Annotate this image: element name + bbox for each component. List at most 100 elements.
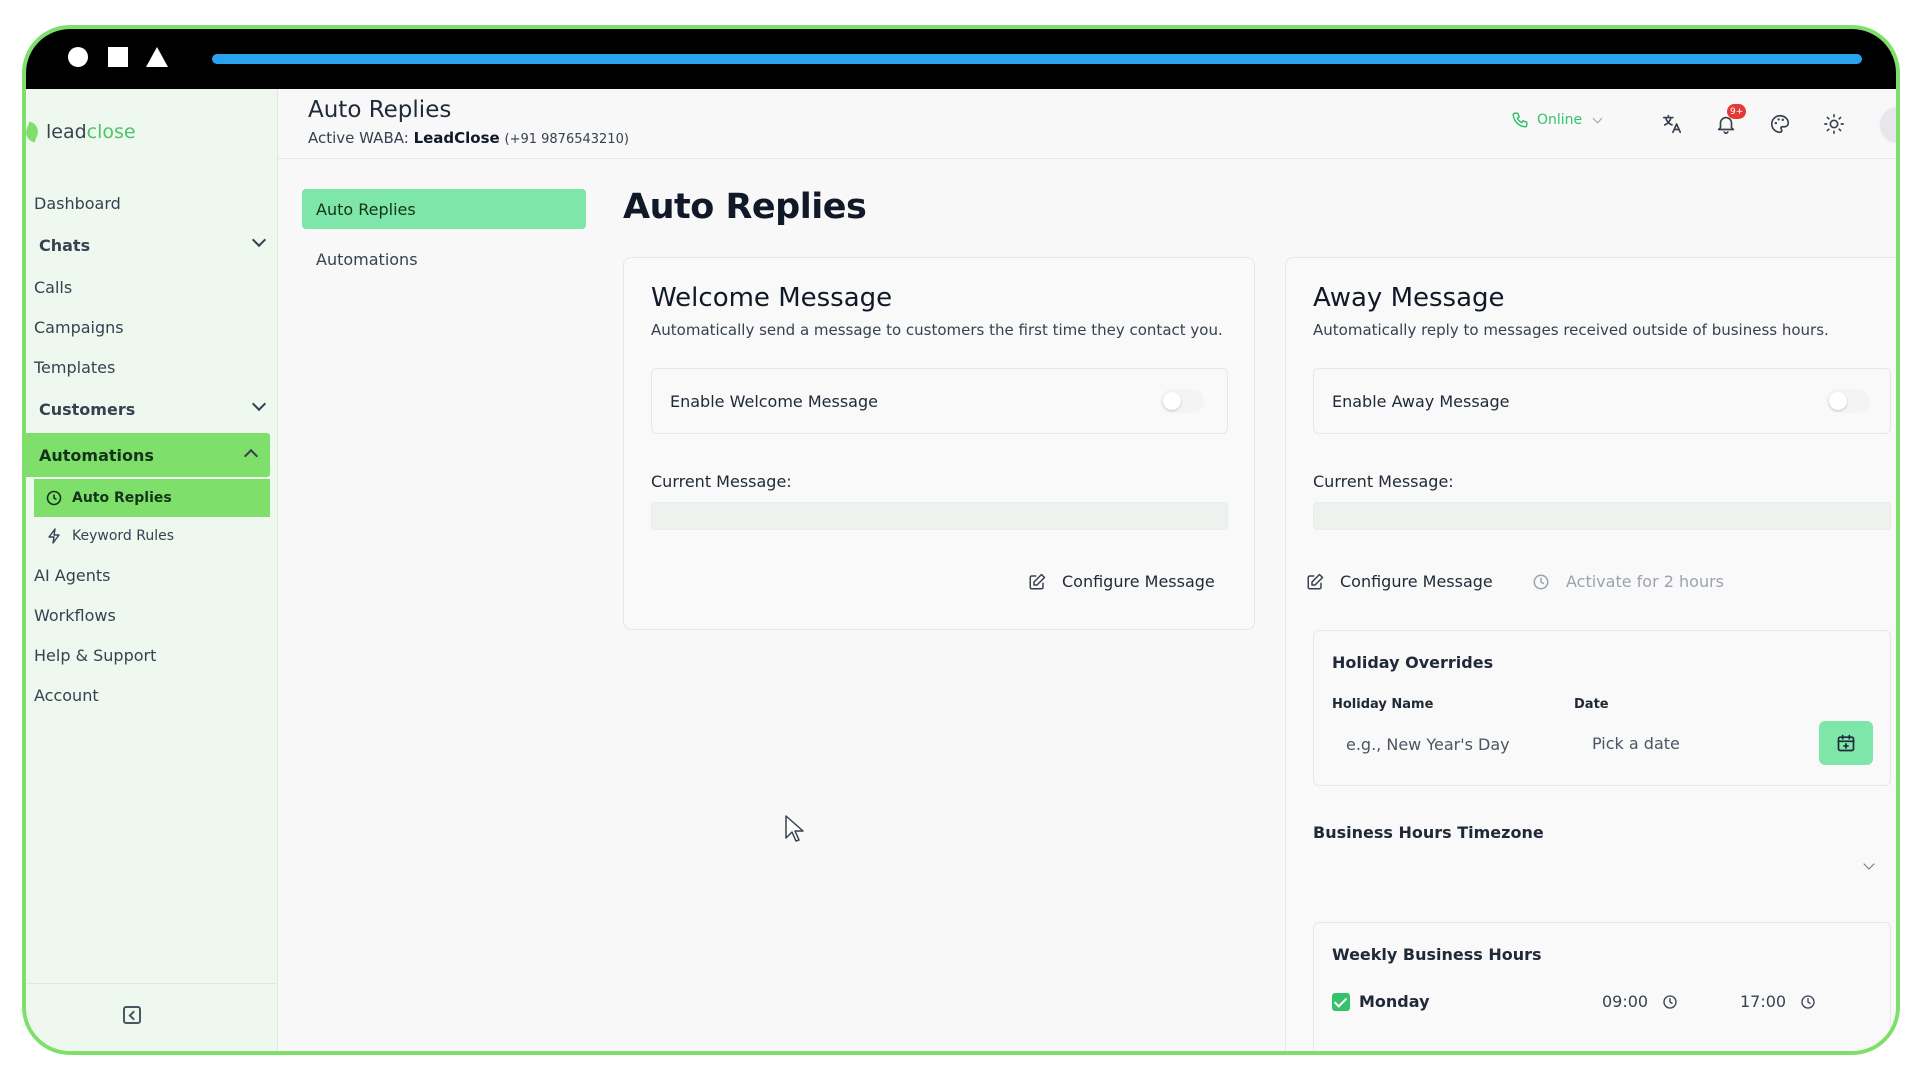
away-configure-button[interactable]: Configure Message xyxy=(1306,572,1493,591)
bell-icon[interactable]: 9+ xyxy=(1713,104,1747,137)
weekly-hours-section: Weekly Business Hours Monday 09:00 17:00 xyxy=(1313,922,1891,1051)
clock-icon xyxy=(46,490,62,506)
timezone-select[interactable] xyxy=(1313,848,1883,888)
sidebar-item-campaigns[interactable]: Campaigns xyxy=(26,307,278,347)
chevron-up-icon xyxy=(243,448,259,464)
app-frame: lead close Dashboard Chats Calls Campaign… xyxy=(22,25,1900,1055)
chevron-down-icon xyxy=(1863,858,1875,870)
welcome-card-description: Automatically send a message to customer… xyxy=(651,321,1223,339)
welcome-configure-button[interactable]: Configure Message xyxy=(1028,572,1215,591)
sidebar-item-label: Account xyxy=(34,685,99,705)
chevron-down-icon xyxy=(251,232,267,248)
sidebar-item-customers[interactable]: Customers xyxy=(26,387,278,431)
configure-label: Configure Message xyxy=(1340,572,1493,591)
welcome-toggle-row: Enable Welcome Message xyxy=(651,368,1228,434)
active-waba: Active WABA: LeadClose (+91 9876543210) xyxy=(308,129,629,147)
clock-icon xyxy=(1801,994,1815,1009)
activate-label: Activate for 2 hours xyxy=(1566,572,1724,591)
subnav-item-auto-replies[interactable]: Auto Replies xyxy=(302,189,586,229)
timezone-label: Business Hours Timezone xyxy=(1313,823,1544,842)
sidebar: lead close Dashboard Chats Calls Campaign… xyxy=(26,89,278,1051)
away-card-description: Automatically reply to messages received… xyxy=(1313,321,1829,339)
holiday-overrides-title: Holiday Overrides xyxy=(1332,653,1494,672)
sidebar-item-label: Templates xyxy=(34,357,116,377)
clock-icon xyxy=(1663,994,1677,1009)
sidebar-item-chats[interactable]: Chats xyxy=(26,223,278,267)
sidebar-item-label: Automations xyxy=(39,445,154,465)
sun-icon[interactable] xyxy=(1821,111,1847,137)
sidebar-item-dashboard[interactable]: Dashboard xyxy=(26,183,278,223)
open-time-value: 09:00 xyxy=(1602,992,1649,1011)
open-time-input[interactable]: 09:00 xyxy=(1602,992,1678,1011)
palette-icon[interactable] xyxy=(1767,111,1793,137)
sidebar-item-label: Campaigns xyxy=(34,317,124,337)
weekly-hours-title: Weekly Business Hours xyxy=(1332,945,1542,964)
sidebar-item-label: AI Agents xyxy=(34,565,111,585)
page-title: Auto Replies xyxy=(623,187,867,227)
chevron-down-icon xyxy=(1592,113,1603,123)
circle-icon xyxy=(68,47,88,67)
welcome-card-title: Welcome Message xyxy=(651,283,893,313)
sidebar-subitem-auto-replies[interactable]: Auto Replies xyxy=(34,479,270,517)
avatar[interactable] xyxy=(1878,105,1896,145)
loading-progress-fill xyxy=(212,54,1862,64)
sidebar-item-templates[interactable]: Templates xyxy=(26,347,278,387)
close-time-input[interactable]: 17:00 xyxy=(1740,992,1816,1011)
toggle-knob xyxy=(1163,392,1181,410)
away-current-message xyxy=(1313,502,1891,530)
triangle-icon xyxy=(146,47,168,67)
welcome-message-card: Welcome Message Automatically send a mes… xyxy=(623,257,1255,630)
edit-icon xyxy=(1307,573,1324,589)
enable-away-toggle[interactable] xyxy=(1826,389,1870,413)
monday-checkbox[interactable] xyxy=(1332,993,1350,1011)
sidebar-item-label: Workflows xyxy=(34,605,116,625)
waba-phone: (+91 9876543210) xyxy=(504,132,629,147)
sidebar-item-calls[interactable]: Calls xyxy=(26,267,278,307)
sidebar-item-label: Calls xyxy=(34,277,73,297)
edit-icon xyxy=(1029,573,1046,589)
subnav-item-automations[interactable]: Automations xyxy=(302,239,586,279)
activate-2-hours-button[interactable]: Activate for 2 hours xyxy=(1532,572,1724,591)
sidebar-item-account[interactable]: Account xyxy=(26,675,278,715)
chevron-down-icon xyxy=(251,396,267,412)
sidebar-subitem-keyword-rules[interactable]: Keyword Rules xyxy=(34,517,270,555)
clock-icon xyxy=(1533,574,1549,589)
sidebar-item-ai-agents[interactable]: AI Agents xyxy=(26,555,278,595)
collapse-sidebar-icon[interactable] xyxy=(123,1006,141,1024)
sidebar-item-help-support[interactable]: Help & Support xyxy=(26,635,278,675)
waba-prefix: Active WABA: xyxy=(308,129,409,147)
enable-welcome-toggle[interactable] xyxy=(1160,389,1204,413)
configure-label: Configure Message xyxy=(1062,572,1215,591)
phone-icon xyxy=(1512,112,1528,128)
sidebar-item-label: Help & Support xyxy=(34,645,157,665)
away-message-card: Away Message Automatically reply to mess… xyxy=(1285,257,1896,1051)
holiday-date-picker[interactable]: Pick a date xyxy=(1592,734,1680,753)
sidebar-item-automations[interactable]: Automations xyxy=(26,433,270,477)
status-label: Online xyxy=(1537,112,1583,128)
sidebar-footer xyxy=(26,983,277,1051)
translate-icon[interactable] xyxy=(1659,111,1685,137)
away-current-label: Current Message: xyxy=(1313,472,1454,491)
day-label: Monday xyxy=(1359,992,1430,1011)
holiday-name-input[interactable]: e.g., New Year's Day xyxy=(1346,735,1510,754)
away-toggle-row: Enable Away Message xyxy=(1313,368,1891,434)
sidebar-item-label: Customers xyxy=(39,399,136,419)
notification-badge: 9+ xyxy=(1727,104,1747,119)
away-toggle-label: Enable Away Message xyxy=(1332,392,1510,411)
holiday-overrides-section: Holiday Overrides Holiday Name Date e.g.… xyxy=(1313,630,1891,786)
leaf-icon xyxy=(26,121,41,143)
sidebar-item-label: Chats xyxy=(39,235,91,255)
sidebar-item-label: Keyword Rules xyxy=(72,528,175,544)
welcome-current-message xyxy=(651,502,1228,530)
status-dropdown[interactable]: Online xyxy=(1511,111,1603,129)
add-holiday-button[interactable] xyxy=(1819,721,1873,765)
mouse-cursor-icon xyxy=(785,815,804,842)
lightning-icon xyxy=(48,528,60,544)
leadclose-logo[interactable]: lead close xyxy=(26,121,136,143)
waba-name: LeadClose xyxy=(413,129,500,147)
sidebar-item-workflows[interactable]: Workflows xyxy=(26,595,278,635)
welcome-toggle-label: Enable Welcome Message xyxy=(670,392,878,411)
top-header: Auto Replies Active WABA: LeadClose (+91… xyxy=(278,89,1896,159)
automation-subnav: Auto Replies Automations xyxy=(302,189,586,289)
sidebar-nav: Dashboard Chats Calls Campaigns Template… xyxy=(26,183,278,715)
